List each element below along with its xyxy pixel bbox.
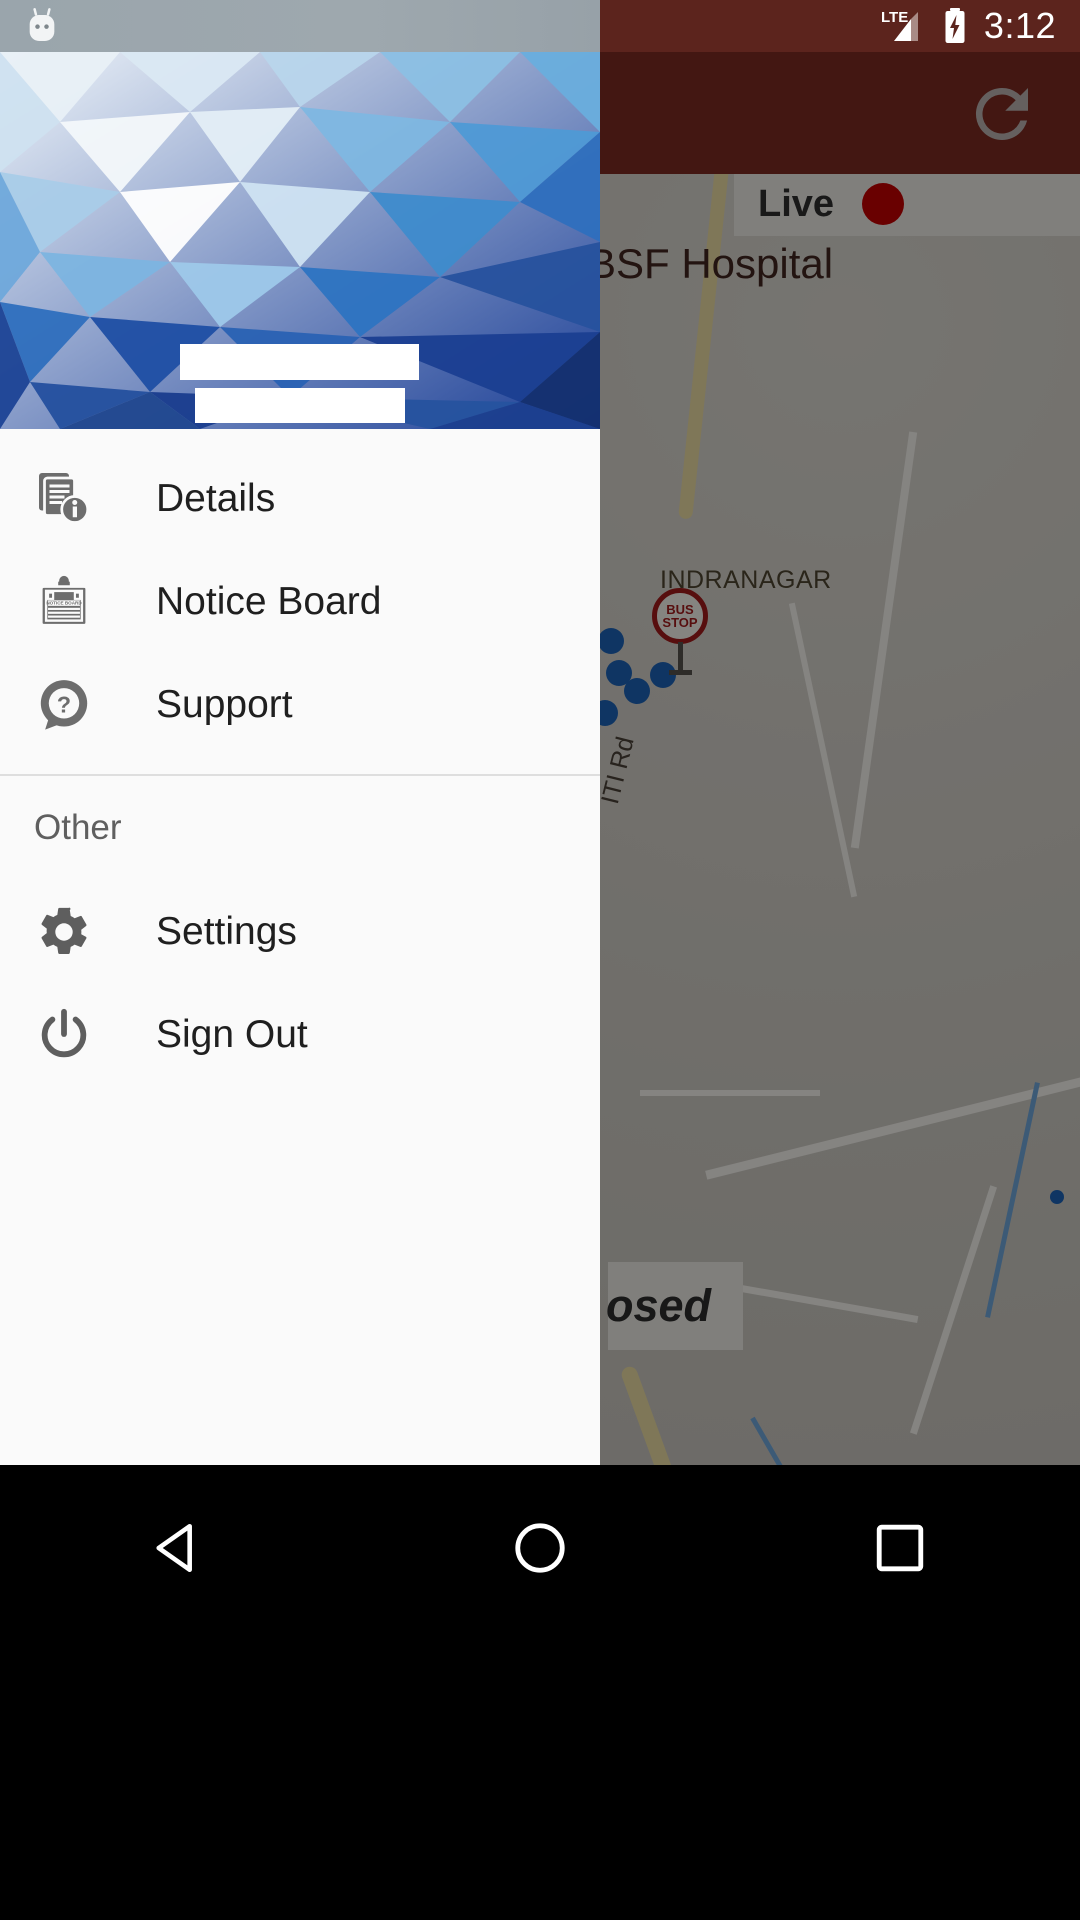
drawer-section-header-other: Other (34, 808, 122, 847)
phone-screen: BSF Hospital INDRANAGAR ITI Rd BUS STOP … (0, 0, 1080, 1920)
android-mascot-icon (29, 8, 55, 41)
back-button[interactable] (120, 1503, 240, 1593)
sidebar-item-label: Notice Board (156, 579, 382, 623)
documents-info-icon (32, 469, 96, 529)
drawer-secondary-items: Settings Sign Out (0, 880, 600, 1086)
account-name-redaction (180, 344, 419, 380)
home-circle-icon (515, 1523, 565, 1573)
system-navigation-bar (0, 1465, 1080, 1920)
back-triangle-icon (156, 1523, 192, 1573)
sidebar-item-sign-out[interactable]: Sign Out (0, 983, 600, 1086)
status-bar-clock: 3:12 (983, 5, 1056, 46)
sidebar-item-notice-board[interactable]: NOTICE BOARD Notice Board (0, 550, 600, 653)
status-bar-left-background (0, 0, 600, 52)
power-icon (32, 1006, 96, 1064)
sidebar-item-settings[interactable]: Settings (0, 880, 600, 983)
status-bar-icons: LTE 3:12 (880, 0, 1056, 52)
sidebar-item-label: Settings (156, 909, 297, 953)
question-speech-bubble-icon: ? (32, 676, 96, 734)
home-button[interactable] (480, 1503, 600, 1593)
sidebar-item-details[interactable]: Details (0, 447, 600, 550)
sidebar-item-label: Sign Out (156, 1012, 308, 1056)
navigation-drawer: Details NOTICE BOARD Notice Board ? Supp… (0, 52, 600, 1465)
sidebar-item-support[interactable]: ? Support (0, 653, 600, 756)
sidebar-item-label: Support (156, 682, 293, 726)
drawer-primary-items: Details NOTICE BOARD Notice Board ? Supp… (0, 429, 600, 756)
drawer-header[interactable] (0, 52, 600, 429)
battery-charging-icon (945, 8, 965, 43)
svg-text:NOTICE BOARD: NOTICE BOARD (46, 600, 82, 605)
gear-icon (32, 903, 96, 961)
account-email-redaction (195, 388, 405, 423)
svg-text:?: ? (57, 691, 71, 717)
signal-bars-icon: LTE (881, 9, 918, 41)
sidebar-item-label: Details (156, 476, 276, 520)
svg-text:LTE: LTE (881, 9, 908, 26)
recents-button[interactable] (840, 1503, 960, 1593)
recents-square-icon (876, 1524, 924, 1572)
status-bar: LTE 3:12 (0, 0, 1080, 52)
clipboard-notice-board-icon: NOTICE BOARD (32, 573, 96, 631)
